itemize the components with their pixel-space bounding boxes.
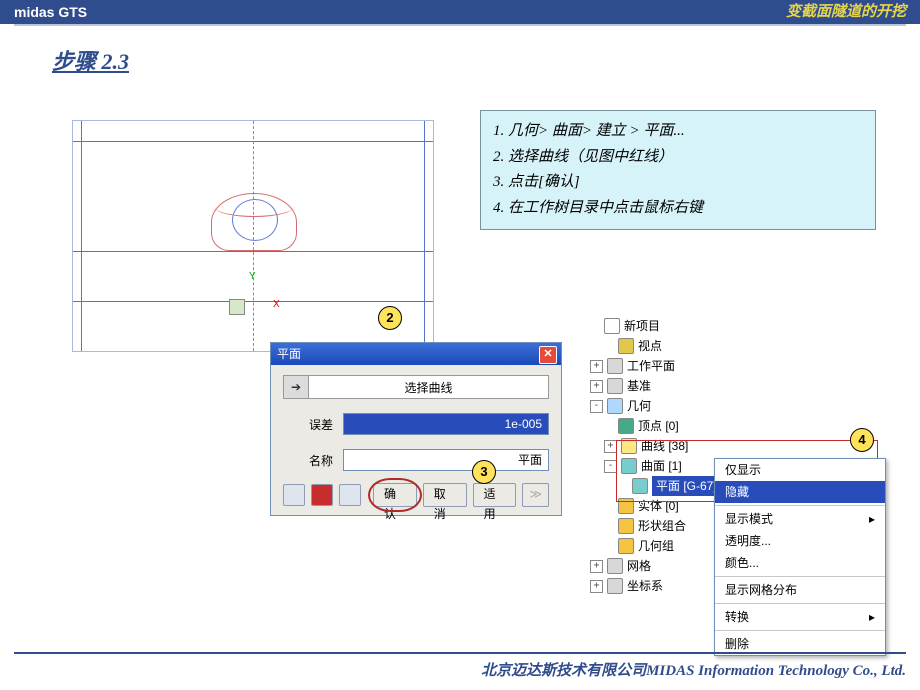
expand-icon[interactable]: + [590,360,603,373]
tree-node-mesh[interactable]: + 网格 [590,556,721,576]
instruction-line: 2. 选择曲线（见图中红线） [493,145,863,171]
close-icon[interactable]: ✕ [539,346,557,364]
tree-node-view[interactable]: 视点 [590,336,721,356]
tree-node-project[interactable]: 新项目 [590,316,721,336]
footer-text: 北京迈达斯技术有限公司MIDAS Information Technology … [481,659,906,680]
grid-line [81,121,82,351]
grid-icon [607,358,623,374]
menu-separator [715,576,885,577]
name-label: 名称 [283,452,333,469]
folder-icon [618,538,634,554]
more-button[interactable]: ≫ [522,483,549,507]
tree-node-datum[interactable]: + 基准 [590,376,721,396]
menu-label: 转换 [725,606,749,628]
grid-line [424,121,425,351]
datum-icon [607,378,623,394]
mesh-icon [607,558,623,574]
tree-label: 形状组合 [638,516,686,536]
footer-rule [14,652,906,654]
tree-node-geom[interactable]: - 几何 [590,396,721,416]
geometry-icon [607,398,623,414]
tool-icon[interactable] [283,484,305,506]
expand-icon[interactable]: + [590,380,603,393]
menu-label: 显示网格分布 [725,579,797,601]
divider [14,24,906,26]
apply-button[interactable]: 适用 [473,483,517,507]
select-curve-button[interactable]: ➔ 选择曲线 [283,375,549,399]
tolerance-input[interactable]: 1e-005 [343,413,549,435]
instruction-line: 4. 在工作树目录中点击鼠标右键 [493,196,863,222]
axis-origin-icon [229,299,245,315]
tree-label: 坐标系 [627,576,663,596]
instruction-line: 1. 几何> 曲面> 建立 > 平面... [493,119,863,145]
tree-node-vertex[interactable]: 顶点 [0] [590,416,721,436]
tree-label: 新项目 [624,316,660,336]
tree-label: 基准 [627,376,651,396]
tool-icon[interactable] [339,484,361,506]
vertex-icon [618,418,634,434]
select-curve-label: 选择曲线 [309,379,548,396]
axis-x-label: X [273,299,280,310]
instruction-box: 1. 几何> 曲面> 建立 > 平面... 2. 选择曲线（见图中红线） 3. … [480,110,876,230]
menu-item-convert[interactable]: 转换 ▸ [715,606,885,628]
menu-item-hide[interactable]: 隐藏 [715,481,885,503]
plane-dialog: 平面 ✕ ➔ 选择曲线 误差 1e-005 名称 平面 确认 取消 [270,342,562,516]
dialog-titlebar[interactable]: 平面 ✕ [271,343,561,365]
menu-label: 显示模式 [725,508,773,530]
tree-node-workplane[interactable]: + 工作平面 [590,356,721,376]
callout-badge-4: 4 [850,428,874,452]
expand-icon[interactable]: + [590,580,603,593]
menu-item-transparency[interactable]: 透明度... [715,530,885,552]
doc-title: 变截面隧道的开挖 [786,0,906,24]
tool-icon[interactable] [311,484,333,506]
arrow-icon: ➔ [284,376,309,398]
menu-separator [715,505,885,506]
ok-button[interactable]: 确认 [373,483,417,507]
callout-badge-3: 3 [472,460,496,484]
callout-badge-2: 2 [378,306,402,330]
tree-label: 几何组 [638,536,674,556]
instruction-line: 3. 点击[确认] [493,170,863,196]
submenu-arrow-icon: ▸ [869,606,875,628]
menu-label: 隐藏 [725,481,749,503]
menu-item-display-mode[interactable]: 显示模式 ▸ [715,508,885,530]
tree-node-csys[interactable]: + 坐标系 [590,576,721,596]
top-bar: midas GTS 变截面隧道的开挖 [0,0,920,24]
tree-label: 网格 [627,556,651,576]
tree-label: 工作平面 [627,356,675,376]
menu-separator [715,630,885,631]
menu-separator [715,603,885,604]
collapse-icon[interactable]: - [590,400,603,413]
tree-label: 视点 [638,336,662,356]
tunnel-section-curve [211,193,297,251]
menu-label: 颜色... [725,552,759,574]
tree-label: 顶点 [0] [638,416,679,436]
expand-icon[interactable]: + [590,560,603,573]
step-heading: 步骤 2.3 [52,44,920,76]
tree-node-geomgroup[interactable]: 几何组 [590,536,721,556]
context-menu: 仅显示 隐藏 显示模式▸ 透明度... 颜色... 显示网格分布 转换▸ 删除 [714,458,886,656]
section-inner-curve [214,196,294,217]
menu-label: 透明度... [725,530,771,552]
tree-node-shapegroup[interactable]: 形状组合 [590,516,721,536]
dialog-title: 平面 [277,347,301,361]
csys-icon [607,578,623,594]
menu-item-show-only[interactable]: 仅显示 [715,459,885,481]
tolerance-label: 误差 [283,416,333,433]
app-title: midas GTS [14,0,87,24]
name-input[interactable]: 平面 [343,449,549,471]
axis-y-label: Y [249,271,256,282]
viewpoint-icon [618,338,634,354]
document-icon [604,318,620,334]
cancel-button[interactable]: 取消 [423,483,467,507]
menu-item-mesh-dist[interactable]: 显示网格分布 [715,579,885,601]
folder-icon [618,518,634,534]
menu-item-color[interactable]: 颜色... [715,552,885,574]
submenu-arrow-icon: ▸ [869,508,875,530]
tree-label: 几何 [627,396,651,416]
menu-label: 仅显示 [725,459,761,481]
slide: midas GTS 变截面隧道的开挖 步骤 2.3 1. 几何> 曲面> 建立 … [0,0,920,690]
